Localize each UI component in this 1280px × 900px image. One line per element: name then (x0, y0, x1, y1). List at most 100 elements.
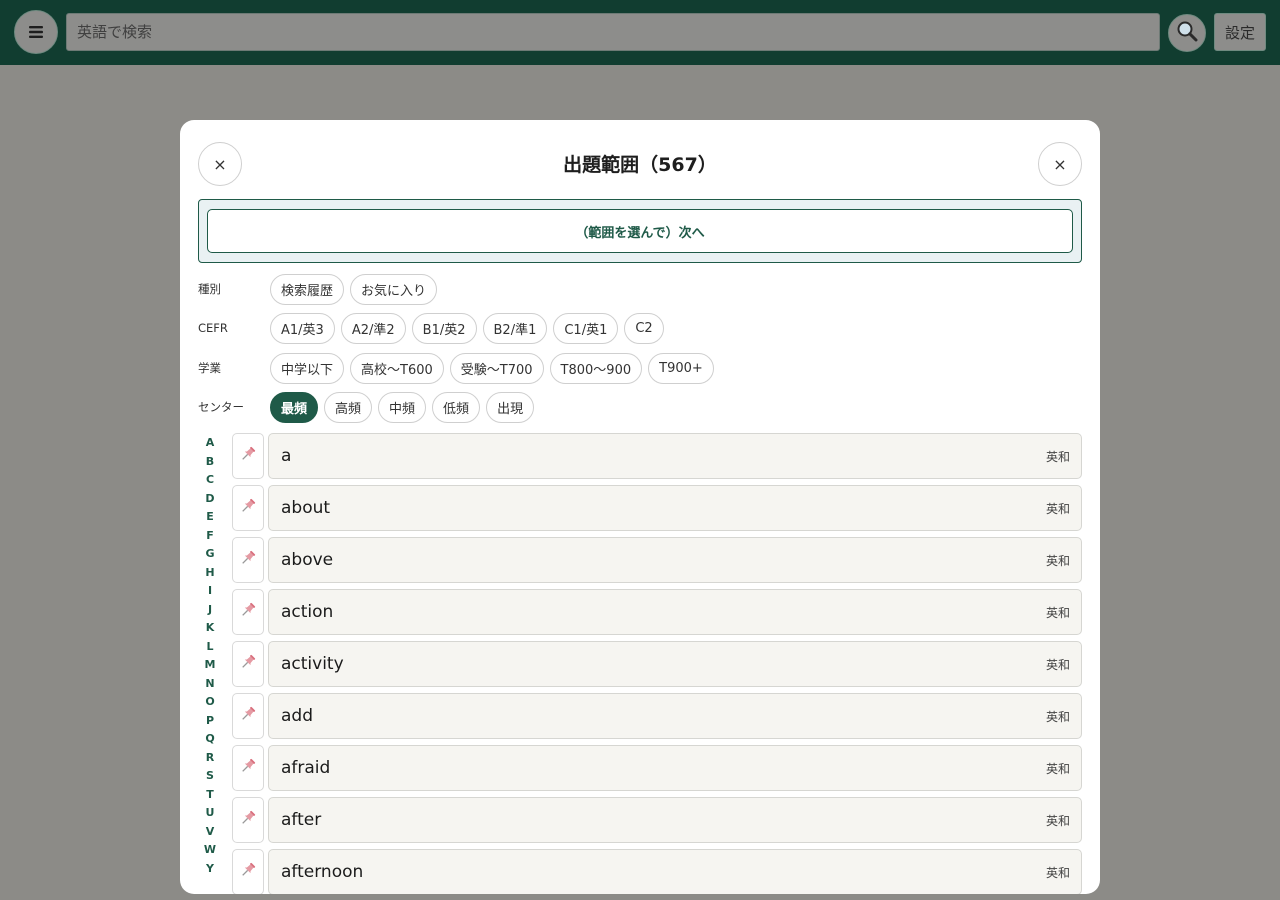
word-text: afraid (281, 758, 331, 778)
alphabet-letter[interactable]: F (202, 527, 218, 546)
filter-chips: 中学以下 高校〜T600 受験〜T700 T800〜900 T900+ (270, 352, 714, 384)
pin-icon (239, 705, 257, 727)
alphabet-letter[interactable]: U (202, 804, 218, 823)
word-text: activity (281, 654, 344, 674)
word-row: after 英和 (232, 797, 1082, 849)
pin-icon (239, 497, 257, 519)
close-button-right[interactable]: × (1038, 142, 1082, 186)
dictionary-tag: 英和 (1045, 865, 1070, 880)
filter-chip[interactable]: A1/英3 (270, 312, 335, 344)
word-row: action 英和 (232, 589, 1082, 641)
word-button[interactable]: above 英和 (268, 537, 1082, 583)
alphabet-letter[interactable]: M (202, 656, 218, 675)
word-button[interactable]: a 英和 (268, 433, 1082, 479)
alphabet-letter[interactable]: G (202, 545, 218, 564)
filter-chip[interactable]: 高校〜T600 (350, 352, 444, 384)
word-button[interactable]: activity 英和 (268, 641, 1082, 687)
filter-chip[interactable]: A2/準2 (340, 312, 406, 344)
alphabet-letter[interactable]: J (202, 601, 218, 620)
alphabet-letter[interactable]: C (202, 471, 218, 490)
alphabet-letter[interactable]: P (202, 712, 218, 731)
filter-chips: 最頻 高頻 中頻 低頻 出現 (270, 391, 535, 423)
filter-label: センター (198, 400, 244, 414)
filter-chip[interactable]: お気に入り (350, 273, 438, 305)
word-button[interactable]: action 英和 (268, 589, 1082, 635)
settings-button[interactable]: 設定 (1214, 13, 1266, 51)
search-input[interactable] (66, 13, 1160, 51)
filter-chip[interactable]: 最頻 (270, 391, 319, 423)
filter-chips: 検索履歴 お気に入り (270, 273, 438, 305)
filter-chip[interactable]: 中学以下 (270, 352, 345, 384)
pin-button[interactable] (232, 797, 264, 843)
word-list: a 英和 about 英和 above 英和 action 英和 activity 英和 add 英和… (232, 433, 1082, 894)
word-button[interactable]: after 英和 (268, 797, 1082, 843)
filter-chip[interactable]: 中頻 (378, 391, 427, 423)
dictionary-tag: 英和 (1045, 501, 1070, 516)
menu-button[interactable] (14, 10, 58, 54)
pin-icon (239, 653, 257, 675)
pin-button[interactable] (232, 745, 264, 791)
pin-button[interactable] (232, 693, 264, 739)
hamburger-icon (29, 26, 43, 38)
pin-button[interactable] (232, 849, 264, 894)
word-row: a 英和 (232, 433, 1082, 485)
alphabet-letter[interactable]: T (202, 786, 218, 805)
alphabet-letter[interactable]: S (202, 767, 218, 786)
filter-chip[interactable]: B1/英2 (411, 312, 477, 344)
alphabet-letter[interactable]: L (202, 638, 218, 657)
alphabet-letter[interactable]: Q (202, 730, 218, 749)
modal-title: 出題範囲（567） (563, 154, 717, 176)
filter-chip[interactable]: 低頻 (432, 391, 481, 423)
word-text: add (281, 706, 313, 726)
pin-button[interactable] (232, 641, 264, 687)
word-text: action (281, 602, 334, 622)
dictionary-tag: 英和 (1045, 761, 1070, 776)
pin-button[interactable] (232, 589, 264, 635)
alphabet-letter[interactable]: O (202, 693, 218, 712)
dictionary-tag: 英和 (1045, 553, 1070, 568)
magnifier-icon (1176, 20, 1198, 46)
alphabet-letter[interactable]: D (202, 490, 218, 509)
filter-chip[interactable]: C2 (624, 312, 664, 344)
word-row: afraid 英和 (232, 745, 1082, 797)
word-button[interactable]: add 英和 (268, 693, 1082, 739)
filter-chip[interactable]: 検索履歴 (270, 273, 345, 305)
alphabet-letter[interactable]: Y (202, 860, 218, 879)
word-button[interactable]: about 英和 (268, 485, 1082, 531)
pin-button[interactable] (232, 537, 264, 583)
pin-button[interactable] (232, 485, 264, 531)
word-text: a (281, 446, 292, 466)
alphabet-index: ABCDEFGHIJKLMNOPQRSTUVWY (202, 434, 218, 878)
dictionary-tag: 英和 (1045, 449, 1070, 464)
filter-chip[interactable]: T900+ (648, 352, 714, 384)
pin-icon (239, 549, 257, 571)
alphabet-letter[interactable]: I (202, 582, 218, 601)
alphabet-letter[interactable]: A (202, 434, 218, 453)
pin-button[interactable] (232, 433, 264, 479)
alphabet-letter[interactable]: H (202, 564, 218, 583)
filter-chip[interactable]: 受験〜T700 (449, 352, 544, 384)
filter-chip[interactable]: 高頻 (324, 391, 373, 423)
alphabet-letter[interactable]: N (202, 675, 218, 694)
dictionary-tag: 英和 (1045, 605, 1070, 620)
dictionary-tag: 英和 (1045, 813, 1070, 828)
filter-row: センター 最頻 高頻 中頻 低頻 出現 (198, 391, 535, 423)
filter-chip[interactable]: T800〜900 (549, 352, 643, 384)
alphabet-letter[interactable]: R (202, 749, 218, 768)
alphabet-letter[interactable]: E (202, 508, 218, 527)
search-button[interactable] (1168, 14, 1206, 52)
filter-label: 学業 (198, 361, 221, 375)
alphabet-letter[interactable]: K (202, 619, 218, 638)
filter-chip[interactable]: B2/準1 (482, 312, 548, 344)
filter-chip[interactable]: C1/英1 (553, 312, 619, 344)
word-button[interactable]: afternoon 英和 (268, 849, 1082, 894)
alphabet-letter[interactable]: W (202, 841, 218, 860)
pin-icon (239, 445, 257, 467)
next-button[interactable]: （範囲を選んで）次へ (207, 209, 1073, 253)
pin-icon (239, 757, 257, 779)
alphabet-letter[interactable]: V (202, 823, 218, 842)
word-button[interactable]: afraid 英和 (268, 745, 1082, 791)
filter-chip[interactable]: 出現 (486, 391, 535, 423)
alphabet-letter[interactable]: B (202, 453, 218, 472)
word-row: add 英和 (232, 693, 1082, 745)
